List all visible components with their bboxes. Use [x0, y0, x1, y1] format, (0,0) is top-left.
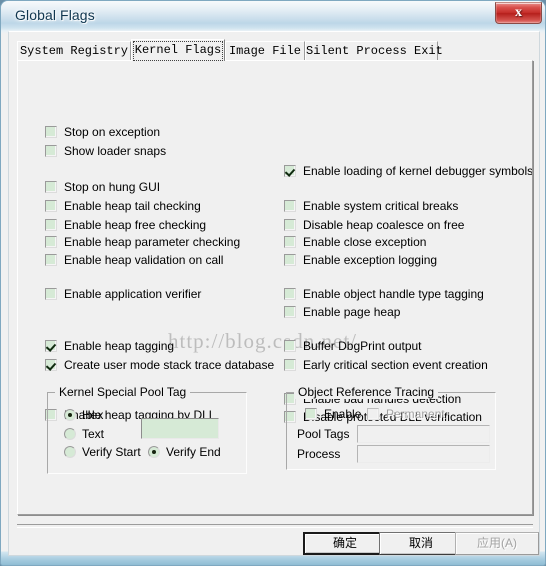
checkbox-label: Enable heap validation on call — [64, 253, 224, 267]
checkbox-box — [45, 126, 57, 138]
checkbox-box — [284, 165, 296, 177]
kernel-special-pool-tag-group: Kernel Special Pool Tag Hex Text Verify St… — [47, 385, 247, 474]
radio-dot — [64, 409, 76, 421]
apply-button: 应用(A) — [455, 532, 539, 555]
checkbox-label: Show loader snaps — [64, 144, 167, 158]
tab-label: Image File — [228, 44, 301, 58]
checkbox-label: Permanent — [386, 407, 445, 421]
tab-label: Silent Process Exit — [306, 44, 443, 58]
checkbox-label: Enable page heap — [303, 305, 401, 319]
title-bar: Global Flags x — [1, 1, 545, 33]
checkbox-box — [284, 340, 296, 352]
kernel-special-pool-tag-title: Kernel Special Pool Tag — [55, 385, 191, 399]
object-reference-tracing-title: Object Reference Tracing — [294, 385, 439, 399]
checkbox-label: Disable heap coalesce on free — [303, 218, 465, 232]
pool-tag-input[interactable] — [141, 418, 219, 439]
checkbox-box — [45, 200, 57, 212]
kernel-flags-panel: http://blog.csdn.net/ Stop on exception S… — [17, 60, 533, 515]
checkbox-box — [284, 288, 296, 300]
radio-label: Verify End — [166, 445, 221, 459]
checkbox-box — [284, 219, 296, 231]
process-input[interactable] — [357, 445, 490, 463]
checkbox-box — [45, 288, 57, 300]
checkbox-label: Buffer DbgPrint output — [303, 339, 422, 353]
checkbox-label: Stop on hung GUI — [64, 180, 161, 194]
dialog-client-area: System Registry Kernel Flags Image File Sil… — [8, 31, 540, 556]
radio-dot — [148, 446, 160, 458]
checkbox-label: Enable heap parameter checking — [64, 235, 241, 249]
checkbox-box — [45, 236, 57, 248]
checkbox-label: Enable application verifier — [64, 287, 202, 301]
object-reference-tracing-group: Object Reference Tracing Enable Permanen… — [286, 385, 496, 470]
checkbox-box — [45, 359, 57, 371]
tab-image-file[interactable]: Image File — [225, 41, 305, 60]
checkbox-label: Create user mode stack trace database — [64, 358, 275, 372]
checkbox-box — [367, 408, 379, 420]
tab-system-registry[interactable]: System Registry — [17, 41, 131, 60]
pool-tags-label: Pool Tags — [297, 427, 350, 441]
checkbox-label: Enable heap tail checking — [64, 199, 201, 213]
checkbox-box — [45, 340, 57, 352]
checkbox-box — [305, 408, 317, 420]
process-label: Process — [297, 447, 341, 461]
checkbox-label: Enable — [324, 407, 362, 421]
global-flags-window: Global Flags x System Registry Kernel Fla… — [0, 0, 546, 566]
checkbox-box — [284, 254, 296, 266]
tab-label: Kernel Flags — [134, 43, 222, 57]
pool-tags-input[interactable] — [357, 425, 490, 443]
checkbox-label: Enable object handle type tagging — [303, 287, 484, 301]
checkbox-label: Enable close exception — [303, 235, 427, 249]
checkbox-box — [45, 145, 57, 157]
radio-label: Text — [82, 427, 105, 441]
radio-label: Hex — [82, 408, 104, 422]
checkbox-label: Enable heap free checking — [64, 218, 207, 232]
checkbox-box — [45, 254, 57, 266]
radio-dot — [64, 446, 76, 458]
checkbox-label: Enable exception logging — [303, 253, 438, 267]
button-separator — [17, 524, 533, 528]
window-title: Global Flags — [15, 7, 95, 23]
tab-silent-process-exit[interactable]: Silent Process Exit — [305, 41, 443, 60]
checkbox-label: Stop on exception — [64, 125, 161, 139]
radio-dot — [64, 428, 76, 440]
close-icon[interactable]: x — [495, 2, 542, 24]
checkbox-box — [284, 359, 296, 371]
checkbox-label: Early critical section event creation — [303, 358, 488, 372]
checkbox-label: Enable loading of kernel debugger symbol… — [303, 164, 533, 178]
checkbox-box — [284, 306, 296, 318]
ok-button[interactable]: 确定 — [303, 532, 387, 555]
tab-label: System Registry — [19, 44, 129, 58]
checkbox-label: Enable heap tagging — [64, 339, 175, 353]
tab-kernel-flags[interactable]: Kernel Flags — [131, 39, 225, 61]
checkbox-label: Enable system critical breaks — [303, 199, 459, 213]
radio-label: Verify Start — [82, 445, 141, 459]
checkbox-box — [45, 219, 57, 231]
close-glyph: x — [515, 5, 522, 20]
checkbox-box — [284, 200, 296, 212]
cancel-button[interactable]: 取消 — [379, 532, 463, 555]
tab-strip: System Registry Kernel Flags Image File Sil… — [17, 39, 533, 61]
checkbox-box — [284, 236, 296, 248]
checkbox-box — [45, 181, 57, 193]
